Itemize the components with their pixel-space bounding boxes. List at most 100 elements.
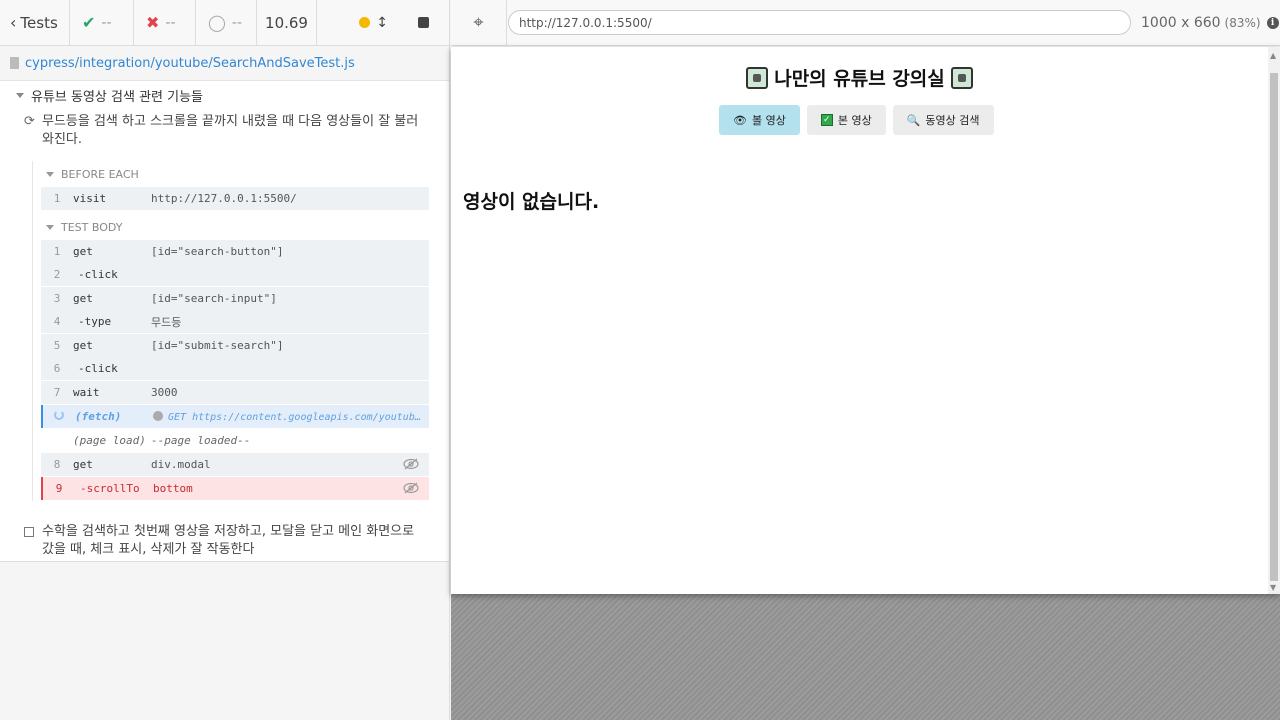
test-title-2-text: 수학을 검색하고 첫번째 영상을 저장하고, 모달을 닫고 메인 화면으로 갔을…: [42, 524, 415, 557]
classroom-emoji-icon: [746, 67, 769, 89]
app-title: 나만의 유튜브 강의실: [451, 64, 1268, 91]
failed-count: --: [165, 14, 176, 31]
before-each-commands: 1 visit http://127.0.0.1:5500/: [41, 187, 429, 210]
check-icon: ✔: [82, 13, 96, 32]
command-row[interactable]: 6 -click: [41, 357, 429, 380]
command-name: get: [73, 292, 93, 305]
app-under-test-panel: ⌖ http://127.0.0.1:5500/ 1000 x 660 (83%…: [451, 0, 1280, 720]
magnifier-icon: 🔍: [906, 113, 921, 127]
watched-button[interactable]: ✓ 본 영상: [806, 105, 886, 135]
search-video-button[interactable]: 🔍 동영상 검색: [892, 105, 994, 135]
command-message: GET https://content.googleapis.com/youtu…: [153, 410, 429, 423]
suite-title[interactable]: 유튜브 동영상 검색 관련 기능들: [0, 81, 449, 109]
watched-label: 본 영상: [837, 114, 872, 127]
command-message: --page loaded--: [151, 434, 429, 447]
pending-dot-icon: [153, 410, 163, 421]
to-watch-label: 볼 영상: [751, 114, 786, 127]
command-name: wait: [73, 386, 100, 399]
url-bar[interactable]: http://127.0.0.1:5500/: [508, 10, 1131, 35]
command-message: [id="search-input"]: [151, 292, 429, 305]
command-name: (fetch): [75, 410, 122, 423]
scrollbar-thumb[interactable]: [1270, 73, 1278, 581]
tests-back-button[interactable]: ‹ Tests: [0, 0, 70, 46]
command-message-text: GET https://content.googleapis.com/youtu…: [168, 411, 429, 423]
command-message-text: --page loaded--: [151, 434, 251, 447]
command-row[interactable]: 1 visit http://127.0.0.1:5500/: [41, 187, 429, 210]
command-message: 3000: [151, 386, 429, 399]
test-title-1[interactable]: ⟳ 무드등을 검색 하고 스크롤을 끝까지 내렸을 때 다음 영상들이 잘 불러…: [0, 113, 449, 149]
app-nav: 👁 볼 영상 ✓ 본 영상 🔍 동영상 검색: [719, 105, 994, 135]
command-number: 5: [53, 339, 61, 352]
chevron-left-icon: ‹: [10, 13, 17, 32]
command-message-text: [id="search-button"]: [151, 245, 284, 258]
command-row[interactable]: 9 -scrollTo bottom: [41, 477, 429, 500]
command-name: -click: [78, 268, 118, 281]
pending-count: --: [231, 14, 243, 31]
to-watch-button[interactable]: 👁 볼 영상: [719, 105, 800, 135]
command-message-text: [id="search-input"]: [151, 292, 277, 305]
command-number: 8: [53, 458, 61, 471]
command-message: http://127.0.0.1:5500/: [151, 192, 429, 205]
command-number: 1: [53, 245, 61, 258]
info-icon[interactable]: i: [1266, 16, 1279, 29]
command-row[interactable]: 1 get [id="search-button"]: [41, 240, 429, 263]
loading-spinner-icon: [54, 410, 64, 420]
reporter-header: ‹ Tests ✔ -- ✖ -- ◯ -- 10.69 ↕: [0, 0, 449, 46]
command-row[interactable]: 4 -type 무드등: [41, 310, 429, 333]
command-message-text: 3000: [151, 386, 178, 399]
command-row[interactable]: 2 -click: [41, 263, 429, 286]
command-row[interactable]: (page load) --page loaded--: [41, 429, 429, 452]
command-group: 7 wait 3000: [41, 381, 429, 405]
before-each-hook[interactable]: BEFORE EACH: [41, 161, 429, 187]
test-body-hook[interactable]: TEST BODY: [41, 214, 429, 240]
pending-circle-icon: ◯: [208, 13, 226, 32]
tests-label: Tests: [20, 13, 58, 32]
runnables-list: 유튜브 동영상 검색 관련 기능들 ⟳ 무드등을 검색 하고 스크롤을 끝까지 …: [0, 81, 449, 562]
command-message: [id="submit-search"]: [151, 339, 429, 352]
failed-stat: ✖ --: [134, 0, 196, 46]
suite-title-text: 유튜브 동영상 검색 관련 기능들: [31, 89, 204, 105]
spec-path-text: cypress/integration/youtube/SearchAndSav…: [25, 55, 355, 71]
url-text: http://127.0.0.1:5500/: [519, 15, 652, 30]
command-row[interactable]: 5 get [id="submit-search"]: [41, 334, 429, 357]
viewport-info: 1000 x 660 (83%) i: [1141, 15, 1279, 31]
command-message-text: [id="submit-search"]: [151, 339, 284, 352]
iframe-scrollbar[interactable]: ▲ ▼: [1268, 47, 1280, 594]
command-name: get: [73, 245, 93, 258]
spec-file-link[interactable]: cypress/integration/youtube/SearchAndSav…: [0, 46, 449, 81]
classroom-emoji-icon: [950, 67, 973, 89]
aut-stage: 나만의 유튜브 강의실 👁 볼 영상 ✓ 본 영상 🔍 동영상 검색 영상이 없…: [451, 47, 1280, 720]
eye-hidden-icon[interactable]: [403, 482, 419, 494]
command-group: 5 get [id="submit-search"] 6 -click: [41, 334, 429, 381]
command-row[interactable]: 3 get [id="search-input"]: [41, 287, 429, 310]
command-name: (page load): [73, 434, 146, 447]
command-group: (fetch) GET https://content.googleapis.co…: [41, 405, 429, 429]
command-message-text: 무드등: [151, 315, 182, 329]
cypress-reporter: ‹ Tests ✔ -- ✖ -- ◯ -- 10.69 ↕ cypress/i…: [0, 0, 450, 720]
command-message-text: http://127.0.0.1:5500/: [151, 192, 297, 205]
empty-message: 영상이 없습니다.: [463, 191, 600, 213]
command-group: 9 -scrollTo bottom: [41, 477, 429, 501]
running-indicator-icon: [359, 17, 371, 28]
test-body-commands: 1 get [id="search-button"] 2 -click 3 get [id="…: [41, 240, 429, 501]
command-row[interactable]: 8 get div.modal: [41, 453, 429, 476]
test-title-2[interactable]: 수학을 검색하고 첫번째 영상을 저장하고, 모달을 닫고 메인 화면으로 갔을…: [0, 523, 449, 559]
command-group: 8 get div.modal: [41, 453, 429, 477]
selector-playground-button[interactable]: ⌖: [451, 0, 507, 46]
command-number: 3: [53, 292, 61, 305]
command-number: 7: [53, 386, 61, 399]
command-group: 1 get [id="search-button"] 2 -click: [41, 240, 429, 287]
command-name: get: [73, 339, 93, 352]
caret-down-icon: [16, 92, 24, 98]
command-row[interactable]: (fetch) GET https://content.googleapis.co…: [41, 405, 429, 428]
viewport-size: 1000 x 660: [1141, 14, 1221, 31]
command-number: [43, 410, 75, 423]
x-icon: ✖: [146, 13, 160, 32]
command-name: -type: [78, 315, 112, 328]
eye-hidden-icon[interactable]: [403, 458, 419, 470]
auto-scroll-toggle-icon[interactable]: ↕: [376, 15, 388, 31]
caret-down-icon: [46, 171, 54, 177]
stop-icon[interactable]: [418, 17, 429, 28]
command-row[interactable]: 7 wait 3000: [41, 381, 429, 404]
search-video-label: 동영상 검색: [925, 114, 980, 127]
